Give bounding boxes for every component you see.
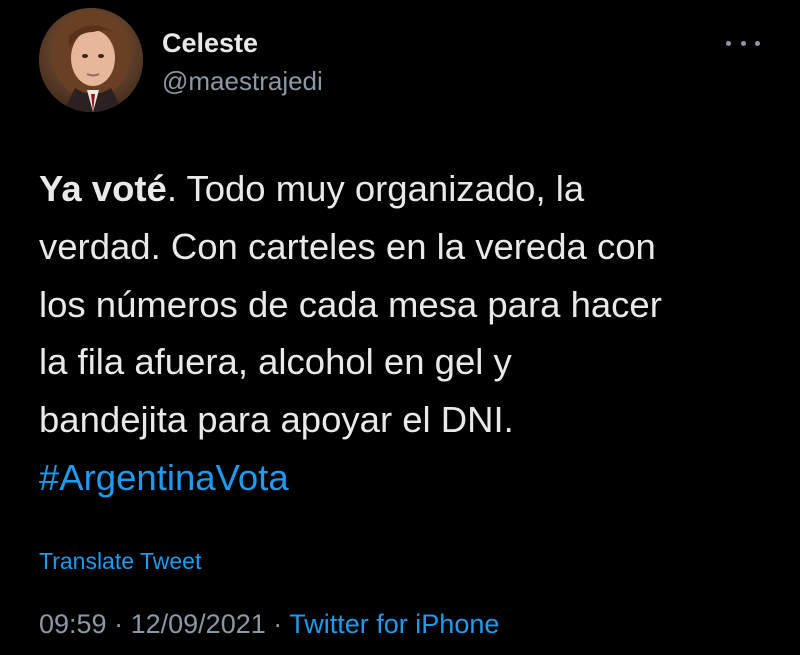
tweet-text: Ya voté. Todo muy organizado, la verdad.…: [39, 160, 779, 507]
tweet-line: bandejita para apoyar el DNI.: [39, 399, 514, 441]
tweet-date[interactable]: 12/09/2021: [131, 609, 266, 639]
author-name[interactable]: Celeste: [162, 26, 258, 60]
author-handle[interactable]: @maestrajedi: [162, 64, 323, 98]
tweet-line: los números de cada mesa para hacer: [39, 283, 662, 325]
meta-separator: ·: [273, 609, 283, 639]
avatar-image: [39, 8, 143, 112]
tweet-meta: 09:59 · 12/09/2021 · Twitter for iPhone: [39, 606, 499, 642]
tweet-card: Celeste @maestrajedi Ya voté. Todo muy o…: [0, 0, 800, 655]
tweet-bold-text: Ya voté: [39, 168, 167, 209]
more-dot: [755, 40, 760, 46]
more-dot: [740, 40, 746, 46]
more-options-icon[interactable]: [726, 36, 760, 50]
tweet-line: la fila afuera, alcohol en gel y: [39, 341, 512, 383]
meta-separator: ·: [114, 609, 124, 639]
tweet-line: verdad. Con carteles en la vereda con: [39, 225, 656, 267]
tweet-line: Ya voté. Todo muy organizado, la: [39, 160, 779, 218]
translate-tweet-link[interactable]: Translate Tweet: [39, 546, 201, 576]
tweet-text-segment: . Todo muy organizado, la: [166, 168, 585, 209]
tweet-time[interactable]: 09:59: [39, 609, 107, 639]
more-dot: [726, 40, 731, 46]
avatar[interactable]: [39, 8, 143, 112]
hashtag-link[interactable]: #ArgentinaVota: [39, 449, 779, 507]
tweet-source-link[interactable]: Twitter for iPhone: [289, 609, 499, 639]
